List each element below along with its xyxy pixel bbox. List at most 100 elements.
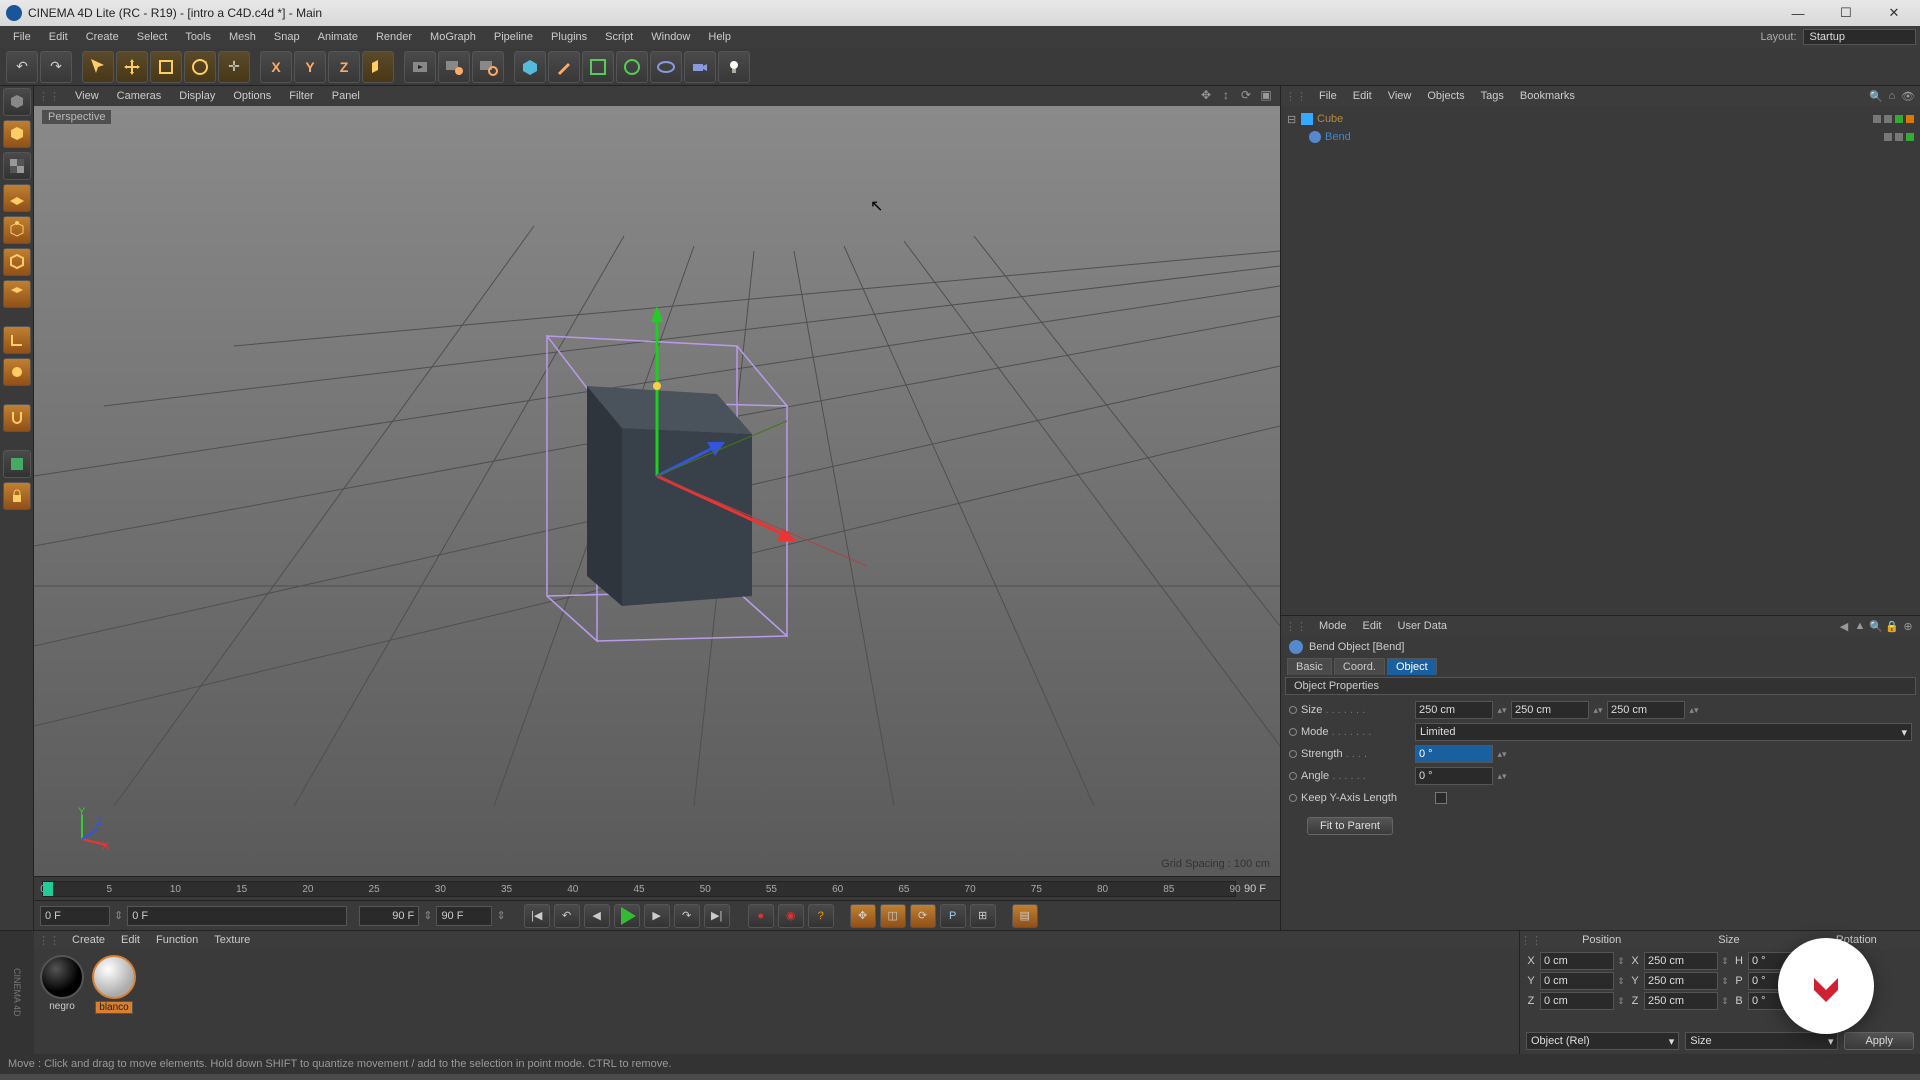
move-tool[interactable] [116,51,148,83]
viewport[interactable]: Perspective [34,106,1280,876]
lock-button[interactable] [3,482,31,510]
model-mode-button[interactable] [3,88,31,116]
menu-pipeline[interactable]: Pipeline [485,26,542,48]
angle-field[interactable]: 0 ° [1415,767,1493,785]
prev-key-button[interactable]: ↶ [554,904,580,928]
generator-button[interactable] [582,51,614,83]
tab-basic[interactable]: Basic [1287,658,1332,675]
light-button[interactable] [718,51,750,83]
object-tree[interactable]: ⊟ Cube Bend [1281,106,1920,616]
grip-icon[interactable]: ⋮⋮ [38,934,60,947]
step-back-button[interactable]: ◀ [584,904,610,928]
material-label[interactable]: negro [46,1001,78,1012]
workplane-button[interactable] [3,184,31,212]
axis-z-button[interactable]: Z [328,51,360,83]
menu-animate[interactable]: Animate [309,26,367,48]
viewport-solo-button[interactable] [3,450,31,478]
goto-start-button[interactable]: |◀ [524,904,550,928]
menu-script[interactable]: Script [596,26,642,48]
goto-end-button[interactable]: ▶| [704,904,730,928]
select-tool[interactable] [82,51,114,83]
menu-snap[interactable]: Snap [265,26,309,48]
environment-button[interactable] [650,51,682,83]
strength-field[interactable]: 0 ° [1415,745,1493,763]
axis-button[interactable] [3,326,31,354]
camera-button[interactable] [684,51,716,83]
vp-dolly-icon[interactable]: ↕ [1218,88,1234,104]
vp-menu-filter[interactable]: Filter [280,90,322,102]
axis-y-button[interactable]: Y [294,51,326,83]
key-pla-button[interactable]: ⊞ [970,904,996,928]
menu-mesh[interactable]: Mesh [220,26,265,48]
material-preview[interactable] [40,955,84,999]
vp-menu-options[interactable]: Options [224,90,280,102]
menu-file[interactable]: File [4,26,40,48]
grip-icon[interactable]: ⋮⋮ [1520,934,1538,947]
key-rot-button[interactable]: ⟳ [910,904,936,928]
vp-menu-display[interactable]: Display [170,90,224,102]
render-view-button[interactable] [404,51,436,83]
timeline-playhead[interactable] [43,882,53,896]
prop-bullet[interactable] [1289,728,1297,736]
key-options-button[interactable]: ? [808,904,834,928]
attr-menu-mode[interactable]: Mode [1311,620,1355,632]
record-button[interactable]: ● [748,904,774,928]
vp-orbit-icon[interactable]: ⟳ [1238,88,1254,104]
vp-menu-cameras[interactable]: Cameras [108,90,171,102]
material-blanco[interactable]: blanco [92,955,136,1014]
range-start-field[interactable] [127,906,347,926]
tree-row-cube[interactable]: ⊟ Cube [1287,110,1914,128]
menu-select[interactable]: Select [128,26,177,48]
close-button[interactable]: ✕ [1874,3,1914,23]
primitive-cube-button[interactable] [514,51,546,83]
menu-render[interactable]: Render [367,26,421,48]
menu-plugins[interactable]: Plugins [542,26,596,48]
materials-list[interactable]: negro blanco [34,949,1519,1054]
render-region-button[interactable] [438,51,470,83]
obj-menu-objects[interactable]: Objects [1419,90,1472,102]
tree-label[interactable]: Bend [1325,131,1351,143]
keep-y-checkbox[interactable] [1435,792,1447,804]
mat-menu-function[interactable]: Function [148,934,206,946]
apply-button[interactable]: Apply [1844,1032,1914,1050]
size-y-field[interactable]: 250 cm [1644,972,1718,990]
prop-bullet[interactable] [1289,750,1297,758]
pos-z-field[interactable]: 0 cm [1540,992,1614,1010]
rotate-tool[interactable] [184,51,216,83]
menu-help[interactable]: Help [699,26,740,48]
tab-object[interactable]: Object [1387,658,1437,675]
menu-edit[interactable]: Edit [40,26,77,48]
key-pos-button[interactable]: ✥ [850,904,876,928]
maximize-button[interactable]: ☐ [1826,3,1866,23]
size-z-field[interactable]: 250 cm [1607,701,1685,719]
material-negro[interactable]: negro [40,955,84,1012]
coord-system-button[interactable] [362,51,394,83]
current-frame-field[interactable] [40,906,110,926]
grip-icon[interactable]: ⋮⋮ [1285,90,1307,103]
minimize-button[interactable]: — [1778,3,1818,23]
render-settings-button[interactable] [472,51,504,83]
size-x-field[interactable]: 250 cm [1644,952,1718,970]
tab-coord[interactable]: Coord. [1334,658,1385,675]
key-param-button[interactable]: P [940,904,966,928]
edges-mode-button[interactable] [3,248,31,276]
scale-tool[interactable] [150,51,182,83]
obj-menu-tags[interactable]: Tags [1473,90,1512,102]
step-fwd-button[interactable]: ▶ [644,904,670,928]
range-end-field[interactable] [359,906,419,926]
obj-menu-view[interactable]: View [1380,90,1420,102]
place-tool[interactable]: ✛ [218,51,250,83]
mode-select[interactable]: Limited▾ [1415,723,1912,741]
attr-menu-userdata[interactable]: User Data [1390,620,1456,632]
size-y-field[interactable]: 250 cm [1511,701,1589,719]
up-icon[interactable]: ▲ [1852,620,1868,632]
object-mode-button[interactable] [3,120,31,148]
vp-menu-panel[interactable]: Panel [323,90,369,102]
polys-mode-button[interactable] [3,280,31,308]
vp-maximize-icon[interactable]: ▣ [1258,88,1274,104]
size-x-field[interactable]: 250 cm [1415,701,1493,719]
prop-bullet[interactable] [1289,706,1297,714]
obj-menu-file[interactable]: File [1311,90,1345,102]
grip-icon[interactable]: ⋮⋮ [38,90,60,103]
coord-scale-select[interactable]: Size▾ [1685,1032,1838,1050]
